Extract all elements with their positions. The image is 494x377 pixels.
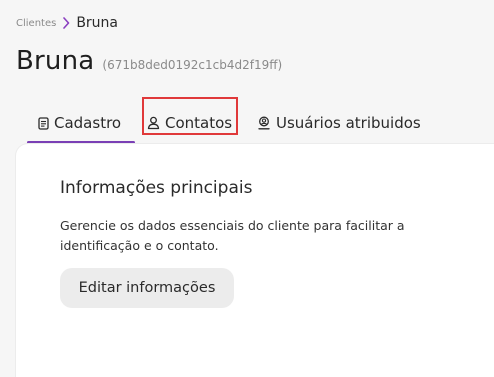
card-title: Informações principais [60,178,253,198]
page-title: Bruna [16,46,95,76]
tab-usuarios-atribuidos[interactable]: Usuários atribuidos [257,104,421,142]
tab-contatos[interactable]: Contatos [147,104,232,142]
tab-cadastro[interactable]: Cadastro [38,104,121,142]
assigned-user-icon [257,116,271,130]
tab-cadastro-label: Cadastro [54,114,122,132]
card-description: Gerencie os dados essenciais do cliente … [60,218,405,253]
document-icon [38,116,49,130]
client-page: Clientes Bruna Bruna (671b8ded0192c1cb4d… [0,0,494,377]
breadcrumb-current: Bruna [76,15,118,31]
tab-contatos-label: Contatos [165,114,233,132]
contact-user-icon [147,116,160,130]
client-id: (671b8ded0192c1cb4d2f19ff) [102,58,283,72]
page-header: Bruna (671b8ded0192c1cb4d2f19ff) [16,46,282,76]
tab-usuarios-atribuidos-label: Usuários atribuidos [276,114,421,132]
edit-info-button[interactable]: Editar informações [60,268,234,308]
info-card: Informações principais Gerencie os dados… [16,144,494,377]
chevron-right-icon [62,17,70,29]
breadcrumb-clientes-link[interactable]: Clientes [16,18,56,29]
breadcrumb: Clientes Bruna [16,15,118,31]
